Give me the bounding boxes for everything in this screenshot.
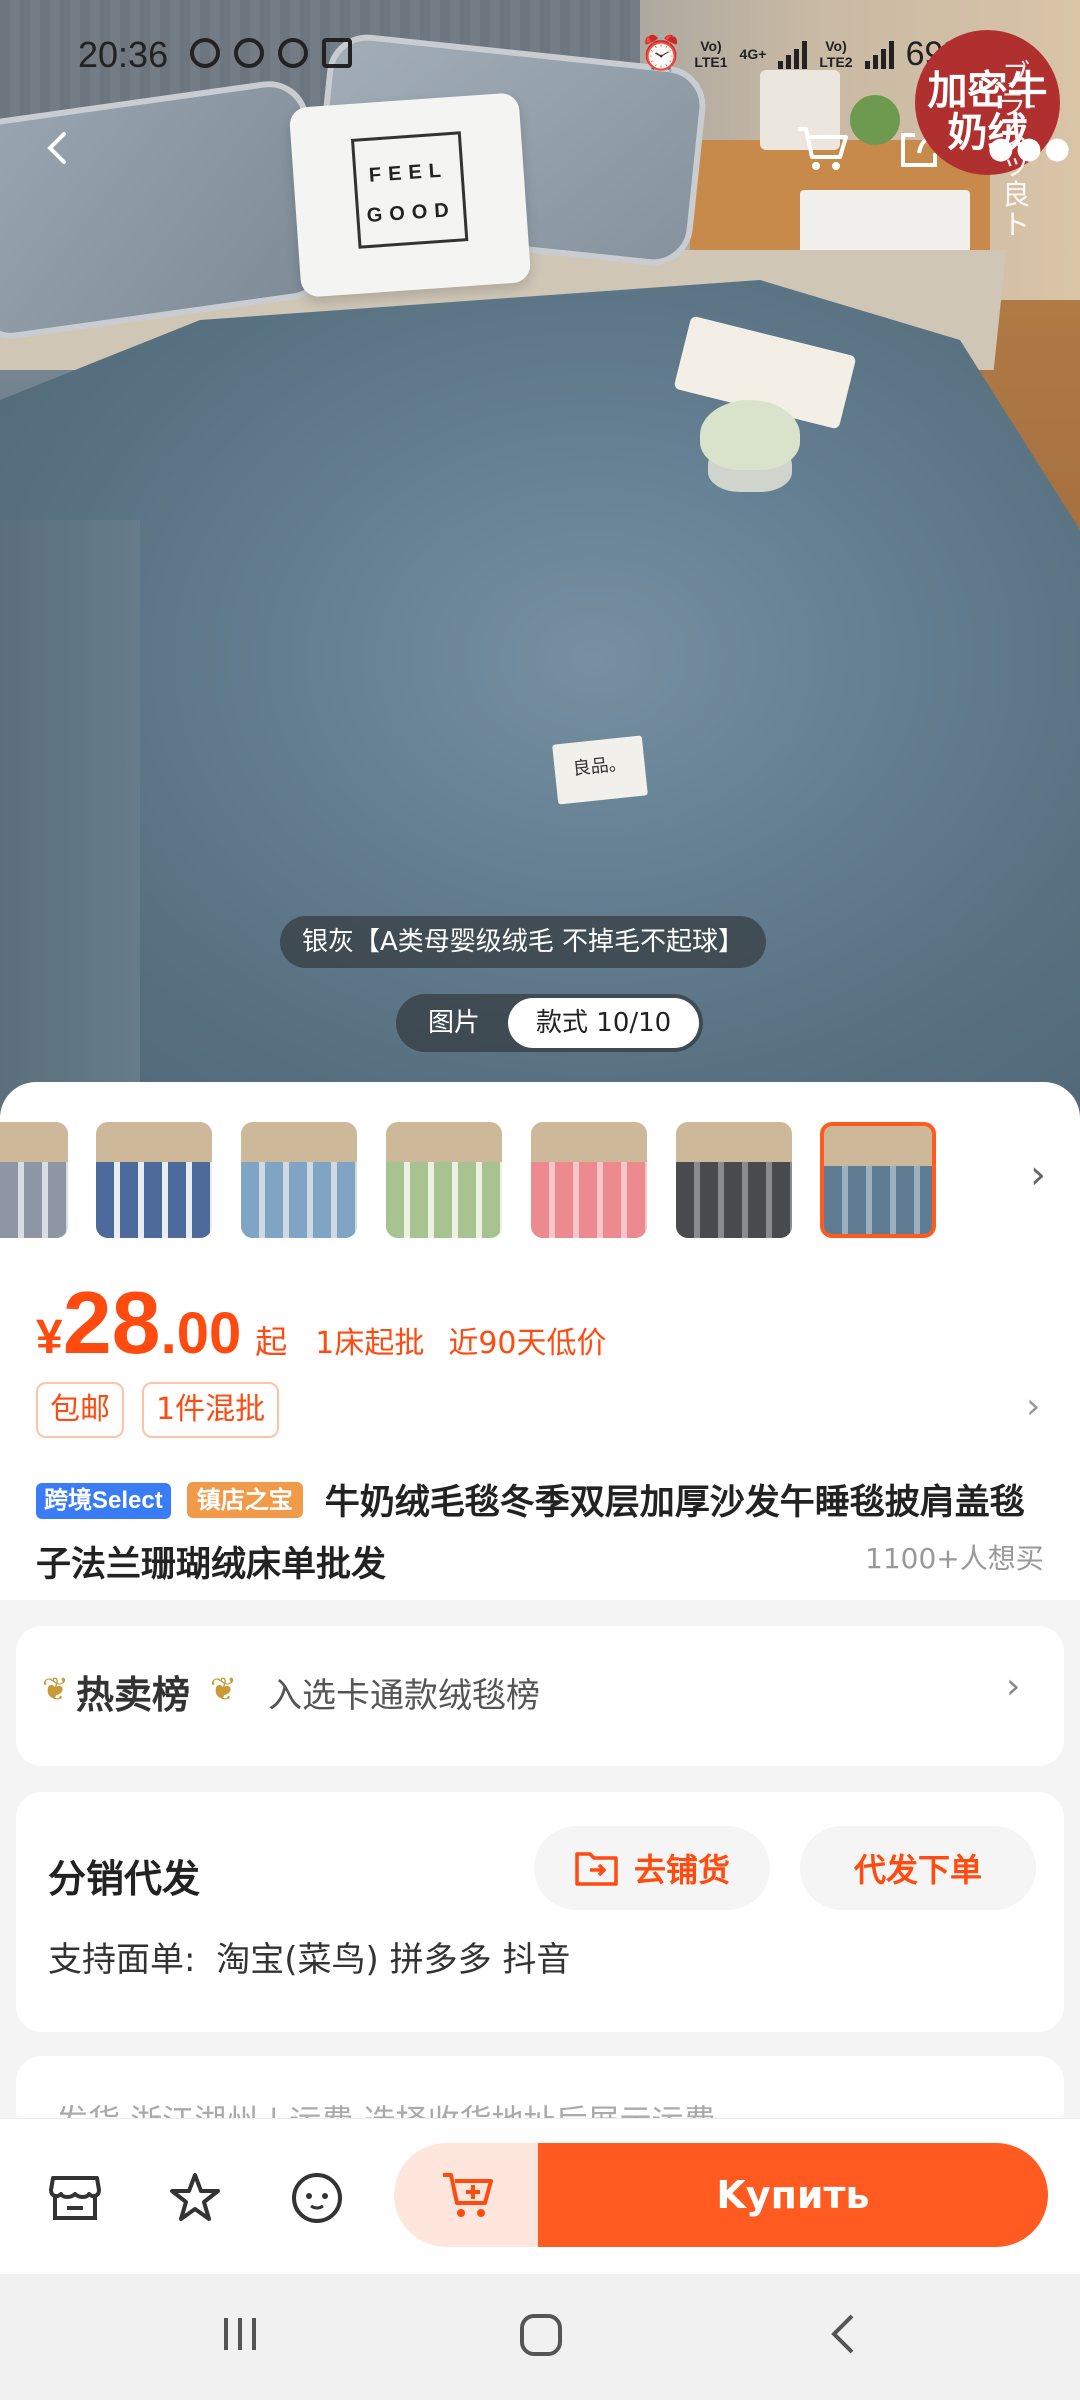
favorite-button[interactable] bbox=[160, 2163, 230, 2233]
price-suffix: 起 bbox=[255, 1323, 288, 1361]
notif-icon bbox=[234, 38, 264, 68]
tab-images[interactable]: 图片 bbox=[400, 998, 508, 1048]
supported-waybills: 支持面单: 淘宝(菜鸟) 拼多多 抖音 bbox=[48, 1932, 570, 1981]
phone-icon bbox=[278, 38, 308, 68]
cart-nav-button[interactable] bbox=[782, 108, 862, 188]
variant-thumb[interactable] bbox=[96, 1122, 212, 1238]
sim2-label: Vo) LTE2 bbox=[819, 38, 853, 70]
price-symbol: ¥ bbox=[36, 1311, 63, 1364]
tab-styles[interactable]: 款式 10/10 bbox=[508, 998, 700, 1048]
back-icon bbox=[47, 132, 66, 164]
variant-thumb-selected[interactable] bbox=[820, 1122, 936, 1238]
alarm-icon: ⏰ bbox=[640, 35, 683, 73]
support-label: 支持面单: bbox=[48, 1940, 196, 1980]
blanket-label-tag: 良品。 bbox=[552, 735, 648, 805]
dropship-order-button[interactable]: 代发下单 bbox=[800, 1826, 1036, 1910]
store-icon bbox=[49, 2176, 101, 2220]
notif-icon bbox=[190, 38, 220, 68]
chat-face-icon bbox=[292, 2173, 342, 2223]
chevron-right-icon[interactable]: › bbox=[1026, 1386, 1040, 1427]
folder-arrow-icon bbox=[575, 1852, 618, 1886]
variant-thumb[interactable] bbox=[241, 1122, 357, 1238]
hot-rank-label: 热卖榜 bbox=[76, 1673, 191, 1717]
buy-button[interactable]: Kупить bbox=[538, 2143, 1048, 2247]
bg-cup bbox=[700, 400, 800, 470]
laurel-right-icon: ❦ bbox=[210, 1670, 237, 1708]
notification-icons bbox=[190, 38, 352, 68]
cross-border-tag: 跨境Select bbox=[36, 1483, 171, 1519]
min-order: 1床起批 bbox=[315, 1326, 425, 1361]
bg-cushion: FEEL GOOD bbox=[288, 92, 532, 298]
variant-thumb[interactable] bbox=[531, 1122, 647, 1238]
hot-rank-desc: 入选卡通款绒毯榜 bbox=[268, 1676, 540, 1716]
distribution-label: 分销代发 bbox=[48, 1857, 201, 1901]
signal-icon bbox=[864, 39, 894, 69]
cart-plus-icon bbox=[443, 2173, 493, 2217]
image-icon bbox=[322, 38, 352, 68]
low-price-note: 近90天低价 bbox=[448, 1326, 607, 1361]
bottom-action-bar: Kупить bbox=[0, 2118, 1080, 2274]
more-icon: ●●● bbox=[987, 130, 1073, 166]
price-integer: 28 bbox=[62, 1273, 161, 1372]
chip-mixed-batch[interactable]: 1件混批 bbox=[142, 1382, 280, 1438]
star-icon bbox=[170, 2173, 220, 2221]
laurel-left-icon: ❦ bbox=[42, 1670, 69, 1708]
service-chips[interactable]: 包邮 1件混批 bbox=[36, 1382, 280, 1438]
distribution-card: 分销代发 去铺货 代发下单 支持面单: 淘宝(菜鸟) 拼多多 抖音 bbox=[16, 1792, 1064, 2032]
wants-count: 1100+人想买 bbox=[865, 1542, 1044, 1575]
customer-service-button[interactable] bbox=[282, 2163, 352, 2233]
recent-apps-button[interactable] bbox=[218, 2312, 262, 2360]
recent-apps-icon bbox=[224, 2318, 256, 2350]
sim1-label: Vo) LTE1 bbox=[694, 38, 728, 70]
more-button[interactable]: ●●● bbox=[987, 108, 1073, 188]
home-button[interactable] bbox=[518, 2312, 564, 2362]
price-decimal: .00 bbox=[160, 1301, 242, 1366]
bg-blanket-hem bbox=[0, 520, 140, 1120]
support-platforms: 淘宝(菜鸟) 拼多多 抖音 bbox=[216, 1940, 571, 1980]
variant-thumbnails[interactable]: › bbox=[0, 1122, 1080, 1242]
home-icon bbox=[520, 2314, 562, 2356]
dropship-order-label: 代发下单 bbox=[853, 1851, 982, 1889]
cart-icon bbox=[798, 127, 848, 170]
price-row: ¥ 28 .00 起 1床起批 近90天低价 bbox=[36, 1272, 607, 1372]
system-back-button[interactable] bbox=[822, 2312, 866, 2360]
product-title-block: 跨境Select 镇店之宝 牛奶绒毛毯冬季双层加厚沙发午睡毯披肩盖毯子法兰珊瑚绒床单… bbox=[36, 1472, 1046, 1596]
variant-thumb[interactable] bbox=[676, 1122, 792, 1238]
chevron-right-icon: › bbox=[1006, 1666, 1021, 1707]
chevron-right-icon[interactable]: › bbox=[1030, 1152, 1046, 1198]
chip-free-shipping[interactable]: 包邮 bbox=[36, 1382, 124, 1438]
back-arrow-icon bbox=[831, 2314, 854, 2354]
store-button[interactable] bbox=[40, 2163, 110, 2233]
list-goods-label: 去铺货 bbox=[633, 1851, 730, 1889]
status-time: 20:36 bbox=[78, 34, 169, 75]
hot-rank-card[interactable]: ❦ 热卖榜 ❦ 入选卡通款绒毯榜 › bbox=[16, 1626, 1064, 1766]
list-goods-button[interactable]: 去铺货 bbox=[534, 1826, 770, 1910]
variant-thumb[interactable] bbox=[386, 1122, 502, 1238]
variant-thumb[interactable] bbox=[0, 1122, 68, 1238]
back-button[interactable] bbox=[18, 108, 98, 188]
add-to-cart-button[interactable] bbox=[394, 2143, 540, 2247]
variant-caption: 银灰【A类母婴级绒毛 不掉毛不起球】 bbox=[280, 916, 767, 968]
network-type: 4G+ bbox=[739, 46, 767, 62]
system-nav-bar bbox=[0, 2274, 1080, 2400]
signal-icon bbox=[778, 39, 808, 69]
media-tabs: 图片 款式 10/10 bbox=[396, 994, 704, 1052]
store-treasure-tag: 镇店之宝 bbox=[186, 1482, 303, 1518]
